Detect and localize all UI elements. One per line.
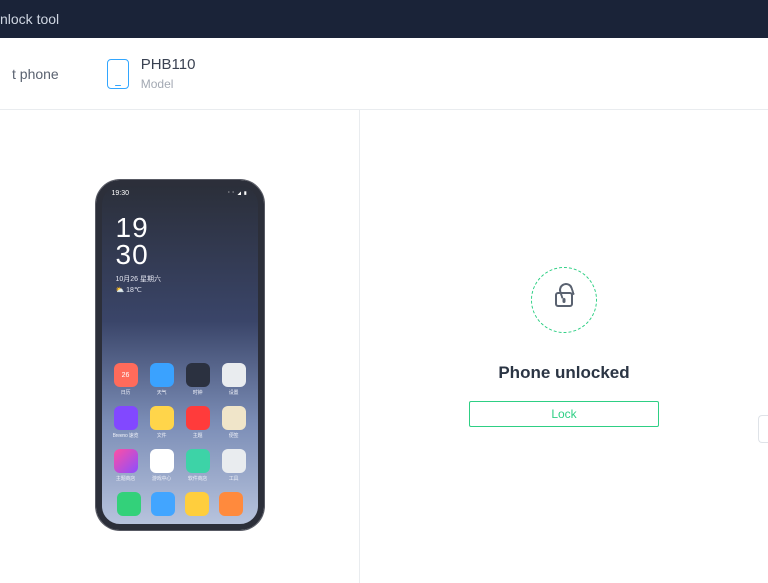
lock-button[interactable]: Lock — [469, 401, 659, 427]
phone-clock: 19 30 — [102, 197, 258, 268]
connect-phone-label: t phone — [12, 66, 59, 82]
app-breeno: Breeno 速览 — [112, 406, 140, 439]
open-lock-icon — [555, 292, 573, 307]
phone-mockup: 19:30 ᛫᛫ ◢ ▮ 19 30 10月26 星期六 ⛅ 18℃ 26日历 … — [96, 180, 264, 530]
statusbar-time: 19:30 — [112, 190, 130, 197]
app-appstore: 软件商店 — [184, 449, 212, 482]
phone-dock — [102, 492, 258, 516]
window-title: nlock tool — [0, 11, 59, 27]
dock-camera — [219, 492, 243, 516]
device-model-sub: Model — [141, 77, 196, 91]
left-pane: 19:30 ᛫᛫ ◢ ▮ 19 30 10月26 星期六 ⛅ 18℃ 26日历 … — [0, 110, 360, 583]
app-notes: 便签 — [220, 406, 248, 439]
app-tools: 工具 — [220, 449, 248, 482]
phone-app-grid: 26日历 天气 时钟 设置 Breeno 速览 文件 主题 便签 主题商店 游戏… — [102, 363, 258, 482]
content: 19:30 ᛫᛫ ◢ ▮ 19 30 10月26 星期六 ⛅ 18℃ 26日历 … — [0, 110, 768, 583]
app-weather: 天气 — [148, 363, 176, 396]
phone-statusbar: 19:30 ᛫᛫ ◢ ▮ — [102, 186, 258, 197]
phone-date: 10月26 星期六 — [102, 268, 258, 284]
phone-icon — [107, 59, 129, 89]
app-calendar: 26日历 — [112, 363, 140, 396]
right-pane: Phone unlocked Lock — [360, 110, 768, 583]
app-theme: 主题 — [184, 406, 212, 439]
app-files: 文件 — [148, 406, 176, 439]
device-model: PHB110 — [141, 56, 196, 73]
phone-temp: ⛅ 18℃ — [102, 284, 258, 294]
status-headline: Phone unlocked — [498, 363, 629, 383]
device-strip: t phone PHB110 Model — [0, 38, 768, 110]
device-block[interactable]: PHB110 Model — [107, 56, 196, 91]
unlock-status-icon — [531, 267, 597, 333]
statusbar-indicators: ᛫᛫ ◢ ▮ — [227, 190, 248, 197]
dock-messages — [151, 492, 175, 516]
app-clock: 时钟 — [184, 363, 212, 396]
app-settings: 设置 — [220, 363, 248, 396]
app-gamecenter: 游戏中心 — [148, 449, 176, 482]
dock-phone — [117, 492, 141, 516]
app-themestore: 主题商店 — [112, 449, 140, 482]
dock-browser — [185, 492, 209, 516]
titlebar: nlock tool — [0, 0, 768, 38]
side-card-edge — [758, 415, 768, 443]
